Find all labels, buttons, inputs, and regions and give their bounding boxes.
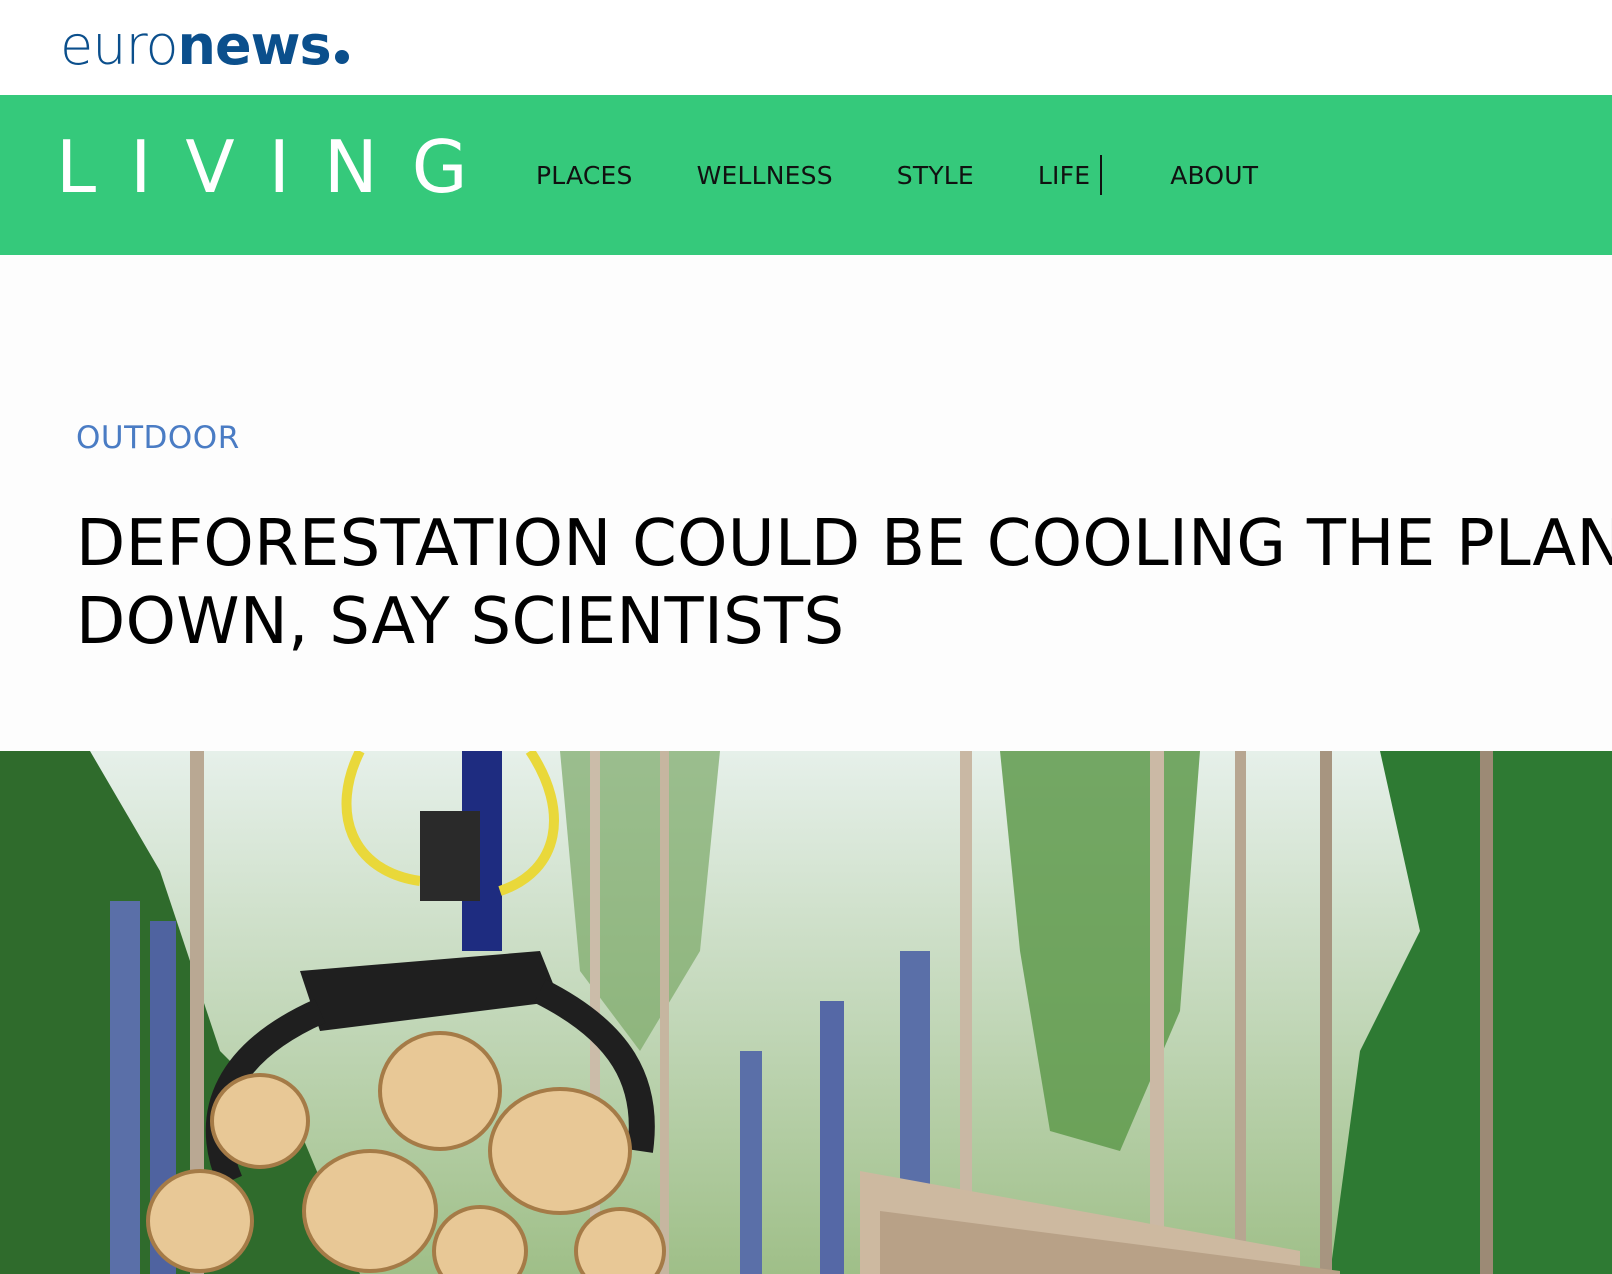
- hero-image: [0, 751, 1612, 1274]
- article-header: OUTDOOR DEFORESTATION COULD BE COOLING T…: [0, 255, 1612, 751]
- logo-euro: euro: [60, 14, 178, 77]
- nav-divider: [1100, 155, 1103, 195]
- site-header: euro news: [0, 0, 1612, 95]
- euronews-logo[interactable]: euro news: [60, 14, 349, 77]
- nav-life[interactable]: LIFE: [1038, 161, 1090, 190]
- headline-line-2: DOWN, SAY SCIENTISTS: [76, 585, 845, 659]
- nav-about[interactable]: ABOUT: [1170, 161, 1258, 190]
- logo-dot: [334, 50, 349, 64]
- forest-logging-photo: [0, 751, 1612, 1274]
- article-headline: DEFORESTATION COULD BE COOLING THE PLANE…: [76, 505, 1612, 661]
- living-title[interactable]: LIVING: [56, 131, 502, 203]
- nav-wellness[interactable]: WELLNESS: [697, 161, 833, 190]
- section-nav: PLACES WELLNESS STYLE LIFE ABOUT: [536, 95, 1322, 255]
- article-category[interactable]: OUTDOOR: [76, 420, 240, 456]
- living-section-bar: LIVING PLACES WELLNESS STYLE LIFE ABOUT: [0, 95, 1612, 255]
- nav-places[interactable]: PLACES: [536, 161, 633, 190]
- headline-line-1: DEFORESTATION COULD BE COOLING THE PLANE…: [76, 507, 1612, 581]
- nav-style[interactable]: STYLE: [897, 161, 974, 190]
- logo-news: news: [177, 14, 332, 77]
